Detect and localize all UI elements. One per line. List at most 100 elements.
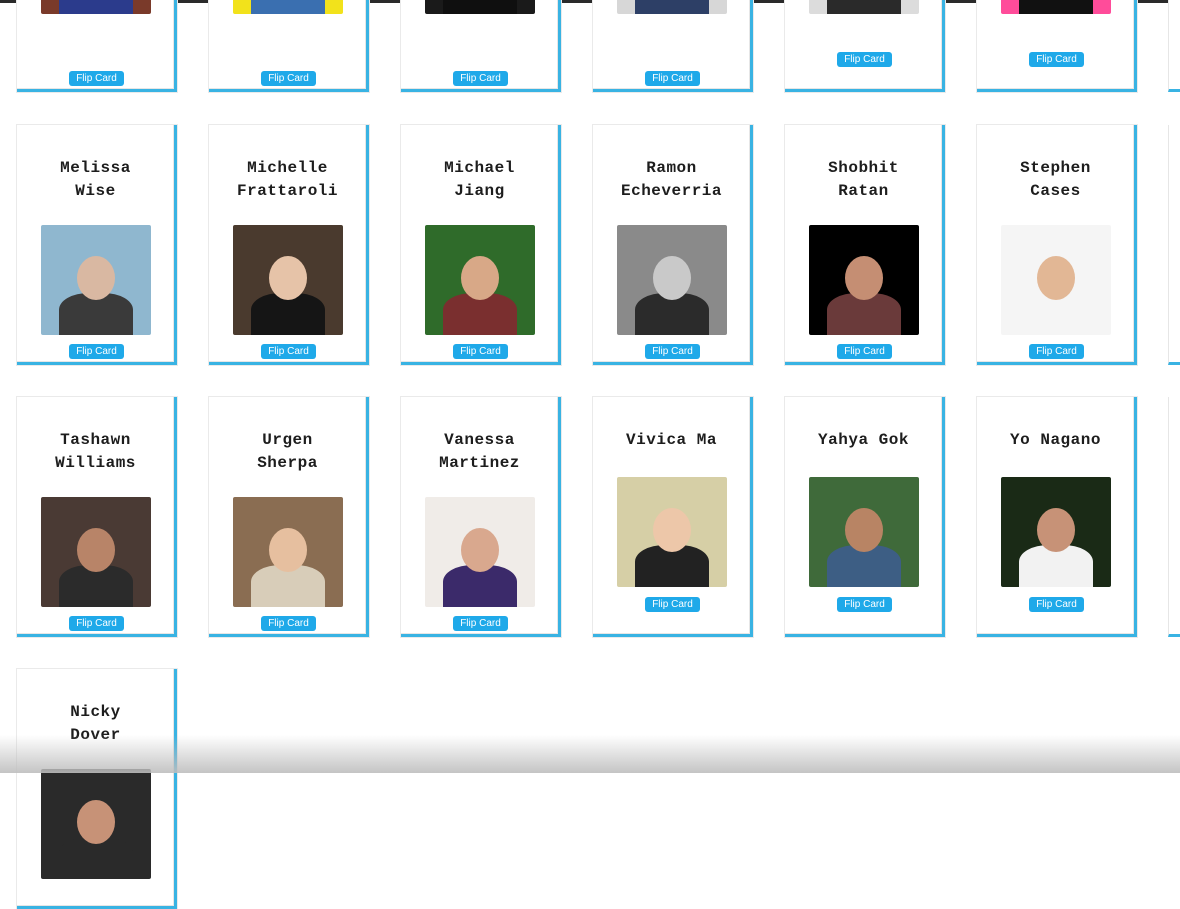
profile-name-line: Cases [1030,182,1081,200]
profile-card: Tashawn Williams Flip Card [16,396,178,638]
profile-photo [809,225,919,335]
flip-card-button[interactable]: Flip Card [69,616,124,631]
profile-photo [233,497,343,607]
flip-card-button[interactable]: Flip Card [837,597,892,612]
profile-name-line: Frattaroli [236,182,338,200]
profile-photo [41,497,151,607]
flip-card-button[interactable]: Flip Card [453,71,508,86]
flip-card-button[interactable]: Flip Card [261,71,316,86]
photo-figure-head [77,527,115,572]
flip-card-button[interactable]: Flip Card [261,616,316,631]
profile-card: Flip Card [592,0,754,93]
photo-figure-head [653,255,691,300]
profile-name-line: Jiang [454,182,505,200]
photo-figure-body [59,0,133,14]
profile-card: Vanessa Martinez Flip Card [400,396,562,638]
profile-photo [617,225,727,335]
profile-photo [809,0,919,14]
profile-card: Ramon Echeverria Flip Card [592,124,754,366]
profile-name: Vanessa Martinez [401,429,558,475]
profile-name-line: Sherpa [257,454,318,472]
profile-photo [809,477,919,587]
profile-name-line: Tashawn [60,431,131,449]
flip-card-button[interactable]: Flip Card [453,344,508,359]
flip-card-button[interactable]: Flip Card [645,71,700,86]
profile-name-line: Michelle [247,159,328,177]
photo-figure-head [77,799,115,844]
profile-card: Stephen Cases Flip Card [976,124,1138,366]
profile-name-line: Ramon [646,159,697,177]
bottom-scroll-fade [0,735,1180,773]
profile-name-line: Ratan [838,182,889,200]
profile-card-grid: Flip Card Flip Card Flip Card Flip Card Flip… [0,0,1180,909]
profile-name-line: Vivica Ma [626,431,717,449]
profile-card-partial [1168,397,1180,637]
profile-name: Vivica Ma [593,429,750,452]
profile-photo [617,0,727,14]
flip-card-button[interactable]: Flip Card [645,597,700,612]
flip-card-button[interactable]: Flip Card [69,344,124,359]
profile-name-line: Nicky [70,703,121,721]
photo-figure-body [635,0,709,14]
profile-name-line: Shobhit [828,159,899,177]
photo-figure-head [461,527,499,572]
profile-name: Shobhit Ratan [785,157,942,203]
profile-photo [617,477,727,587]
profile-name-line: Vanessa [444,431,515,449]
profile-photo [41,225,151,335]
profile-photo [1001,477,1111,587]
profile-name-line: Wise [75,182,116,200]
profile-name-line: Yahya Gok [818,431,909,449]
profile-name-line: Echeverria [620,182,722,200]
flip-card-button[interactable]: Flip Card [453,616,508,631]
profile-name-line: Stephen [1020,159,1091,177]
photo-figure-body [443,0,517,14]
flip-card-button[interactable]: Flip Card [1029,52,1084,67]
profile-photo [233,225,343,335]
profile-card: Vivica Ma Flip Card [592,396,754,638]
profile-card-partial [1168,125,1180,365]
flip-card-button[interactable]: Flip Card [1029,344,1084,359]
profile-name: Tashawn Williams [17,429,174,475]
profile-name: Urgen Sherpa [209,429,366,475]
photo-figure-head [845,255,883,300]
profile-name: Michael Jiang [401,157,558,203]
profile-name: Ramon Echeverria [593,157,750,203]
flip-card-button[interactable]: Flip Card [261,344,316,359]
flip-card-button[interactable]: Flip Card [645,344,700,359]
flip-card-button[interactable]: Flip Card [69,71,124,86]
photo-figure-head [845,507,883,552]
profile-card-partial [1168,0,1180,92]
flip-card-button[interactable]: Flip Card [1029,597,1084,612]
photo-figure-head [1037,255,1075,300]
profile-card: Flip Card [208,0,370,93]
profile-photo [425,497,535,607]
flip-card-button[interactable]: Flip Card [837,344,892,359]
profile-photo [41,0,151,14]
profile-photo [233,0,343,14]
photo-figure-head [269,255,307,300]
profile-name: Melissa Wise [17,157,174,203]
profile-card: NickyDover [16,668,178,909]
flip-card-button[interactable]: Flip Card [837,52,892,67]
profile-name-line: Yo Nagano [1010,431,1101,449]
photo-figure-head [1037,507,1075,552]
profile-card: Urgen Sherpa Flip Card [208,396,370,638]
profile-card: Melissa Wise Flip Card [16,124,178,366]
profile-name: Michelle Frattaroli [209,157,366,203]
profile-name: Yahya Gok [785,429,942,452]
profile-photo [425,0,535,14]
profile-card: Flip Card [976,0,1138,93]
profile-photo [41,769,151,879]
photo-figure-head [77,255,115,300]
profile-card: Flip Card [400,0,562,93]
profile-name: Yo Nagano [977,429,1134,452]
profile-name: Stephen Cases [977,157,1134,203]
profile-name-line: Urgen [262,431,313,449]
photo-figure-head [461,255,499,300]
profile-card: Yo Nagano Flip Card [976,396,1138,638]
profile-card: Flip Card [16,0,178,93]
profile-card: Michael Jiang Flip Card [400,124,562,366]
profile-name-line: Williams [55,454,136,472]
profile-name-line: Michael [444,159,515,177]
